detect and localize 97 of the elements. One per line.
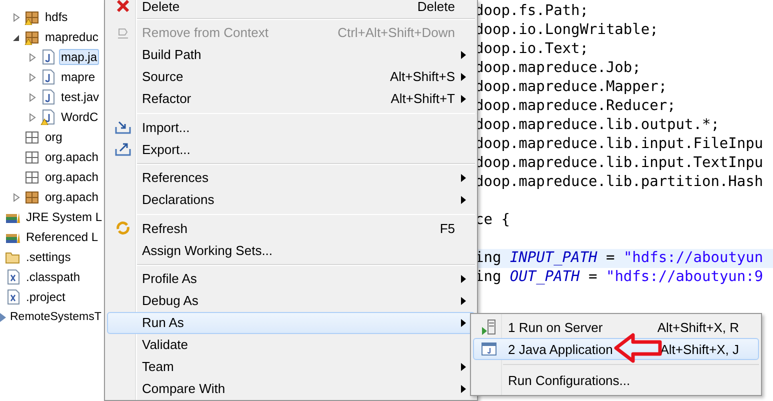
tree-item[interactable]: hdfs	[43, 9, 70, 25]
tree-item[interactable]: .project	[24, 289, 68, 305]
window-icon	[481, 341, 497, 357]
expand-icon[interactable]	[28, 92, 37, 102]
menu-item[interactable]: Refactor Alt+Shift+T	[107, 88, 475, 110]
refresh-icon	[115, 220, 131, 236]
menu-item-label: Debug As	[142, 293, 200, 308]
code-line: doop.mapreduce.Reducer;	[475, 98, 676, 114]
collapse-icon[interactable]	[12, 32, 21, 42]
java-file-icon	[40, 89, 56, 105]
shortcut-label: Delete	[417, 0, 455, 14]
tree-item[interactable]: org.apach	[43, 189, 100, 205]
shortcut-label: Ctrl+Alt+Shift+Down	[338, 25, 455, 40]
code-line: ing OUT_PATH = "hdfs://aboutyun:9	[475, 269, 764, 285]
expand-icon[interactable]	[12, 192, 21, 202]
empty-package-icon	[24, 129, 40, 145]
xml-file-icon	[5, 269, 21, 285]
menu-item-label: 2 Java Application	[508, 342, 614, 356]
expand-icon[interactable]	[28, 112, 37, 122]
menu-item-label: Validate	[142, 337, 190, 352]
code-line: doop.mapreduce.Mapper;	[475, 79, 668, 95]
menu-item-label: Refactor	[142, 91, 192, 106]
menu-item[interactable]: Delete Delete	[107, 0, 475, 15]
menu-item[interactable]: Run As	[107, 312, 475, 334]
code-line: doop.fs.Path;	[475, 3, 588, 19]
menu-item-label: Build Path	[142, 47, 202, 62]
menu-item-label: Run As	[142, 315, 185, 330]
menu-item-label: Source	[142, 69, 184, 84]
menu-item-label: 1 Run on Server	[508, 320, 604, 334]
server-icon	[481, 319, 497, 335]
menu-item-label: Run Configurations...	[508, 372, 632, 388]
menu-item[interactable]: Team	[107, 356, 475, 378]
tree-item[interactable]: org.apach	[43, 149, 100, 165]
java-file-icon	[40, 69, 56, 85]
tree-item[interactable]: JRE System L	[24, 209, 104, 225]
annotation-arrow	[613, 333, 663, 363]
export-icon	[115, 141, 131, 158]
tree-item[interactable]: org	[43, 129, 64, 145]
menu-item[interactable]: Refresh F5	[107, 217, 475, 240]
menu-item-label: Profile As	[142, 271, 198, 286]
menu-item[interactable]: Run Configurations...	[473, 369, 759, 391]
menu-item[interactable]: Assign Working Sets...	[107, 239, 475, 262]
expand-icon[interactable]	[28, 52, 37, 62]
shortcut-label: Alt+Shift+X, R	[657, 320, 739, 334]
menu-item-label: Export...	[142, 142, 192, 157]
menu-item-label: Assign Working Sets...	[142, 242, 274, 258]
menu-item[interactable]: 2 Java Application Alt+Shift+X, J	[473, 338, 759, 360]
code-line: doop.io.LongWritable;	[475, 22, 658, 38]
delete-icon	[115, 0, 131, 14]
menu-item-label: Compare With	[142, 381, 226, 396]
tree-item[interactable]: test.jav	[59, 89, 102, 105]
menu-item[interactable]: Source Alt+Shift+S	[107, 66, 475, 88]
tree-item[interactable]: WordC	[59, 109, 100, 125]
expand-icon[interactable]	[28, 72, 37, 82]
menu-item-label: Import...	[142, 120, 191, 135]
tree-item[interactable]: mapre	[59, 69, 98, 85]
shortcut-label: Alt+Shift+S	[390, 69, 455, 84]
menu-item[interactable]: References	[107, 166, 475, 189]
menu-item[interactable]: Debug As	[107, 290, 475, 312]
menu-item[interactable]: Declarations	[107, 188, 475, 211]
project-icon	[0, 312, 6, 322]
code-line: doop.mapreduce.Job;	[475, 60, 641, 76]
tree-item[interactable]: RemoteSystemsT	[8, 310, 104, 324]
menu-item[interactable]: 1 Run on Server Alt+Shift+X, R	[473, 316, 759, 338]
menu-item[interactable]: Profile As	[107, 268, 475, 290]
code-line: doop.mapreduce.lib.input.FileInpu	[475, 136, 764, 152]
tree-item[interactable]: map.ja	[59, 49, 100, 65]
tree-item[interactable]: .settings	[24, 249, 73, 265]
tree-item[interactable]: org.apach	[43, 169, 100, 185]
menu-item-label: Remove from Context	[142, 25, 270, 40]
tree-item[interactable]: mapreduc	[43, 29, 100, 45]
empty-package-icon	[24, 149, 40, 165]
tree-item[interactable]: .classpath	[24, 269, 82, 285]
menu-item-label: Refresh	[142, 220, 189, 236]
shortcut-label: F5	[440, 220, 455, 236]
code-line: doop.mapreduce.lib.input.TextInpu	[475, 155, 764, 171]
code-line: ing INPUT_PATH = "hdfs://aboutyun	[475, 250, 764, 266]
menu-item-label: Declarations	[142, 192, 216, 208]
empty-package-icon	[24, 169, 40, 185]
menu-item[interactable]: Compare With	[107, 378, 475, 400]
java-file-icon	[40, 49, 56, 65]
package-icon	[24, 189, 40, 205]
code-line: doop.mapreduce.lib.partition.Hash	[475, 174, 764, 190]
shortcut-label: Alt+Shift+T	[390, 91, 455, 106]
menu-item-label: Delete	[142, 0, 181, 14]
menu-item-label: Team	[142, 359, 175, 374]
code-line: doop.io.Text;	[475, 41, 588, 57]
xml-file-icon	[5, 289, 21, 305]
menu-item[interactable]: Export...	[107, 138, 475, 160]
import-icon	[115, 119, 131, 136]
tree-item[interactable]: Referenced L	[24, 229, 100, 245]
menu-item-label: References	[142, 170, 210, 186]
menu-item[interactable]: Build Path	[107, 44, 475, 66]
shortcut-label: Alt+Shift+X, J	[660, 342, 739, 356]
code-line: doop.mapreduce.lib.output.*;	[475, 117, 720, 133]
menu-item[interactable]: Import...	[107, 116, 475, 138]
expand-icon[interactable]	[12, 12, 21, 22]
